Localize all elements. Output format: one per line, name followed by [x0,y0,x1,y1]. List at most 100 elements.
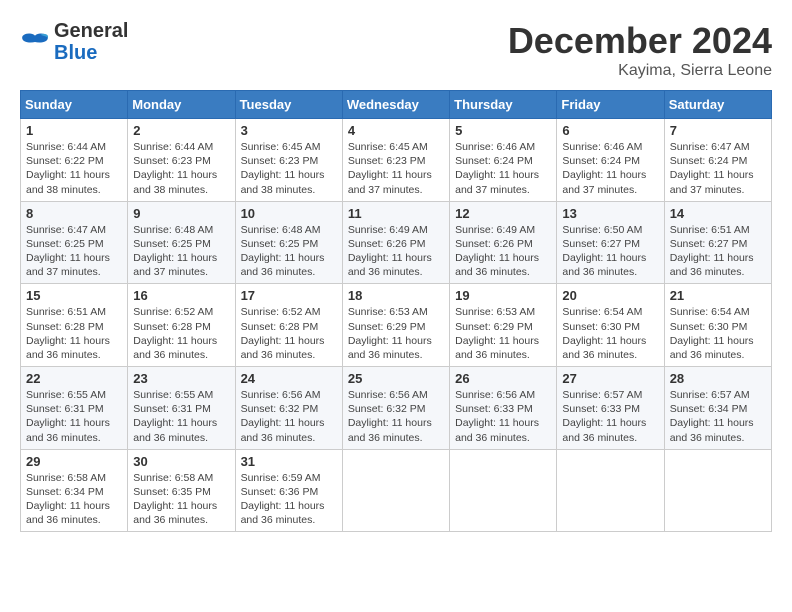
day-info: Sunrise: 6:52 AM Sunset: 6:28 PM Dayligh… [241,305,337,362]
day-info: Sunrise: 6:56 AM Sunset: 6:32 PM Dayligh… [241,388,337,445]
day-number: 10 [241,206,337,221]
calendar-cell: 14 Sunrise: 6:51 AM Sunset: 6:27 PM Dayli… [664,201,771,284]
day-info: Sunrise: 6:50 AM Sunset: 6:27 PM Dayligh… [562,223,658,280]
calendar-cell: 19Sunrise: 6:53 AM Sunset: 6:29 PM Dayli… [450,284,557,367]
calendar-week-row: 15 Sunrise: 6:51 AM Sunset: 6:28 PM Dayli… [21,284,772,367]
day-number: 31 [241,454,337,469]
calendar-cell: 15 Sunrise: 6:51 AM Sunset: 6:28 PM Dayli… [21,284,128,367]
day-number: 25 [348,371,444,386]
calendar-cell: 8 Sunrise: 6:47 AM Sunset: 6:25 PM Daylig… [21,201,128,284]
calendar-cell: 1 Sunrise: 6:44 AM Sunset: 6:22 PM Daylig… [21,119,128,202]
day-number: 4 [348,123,444,138]
day-number: 22 [26,371,122,386]
day-info: Sunrise: 6:49 AM Sunset: 6:26 PM Dayligh… [455,223,551,280]
day-info: Sunrise: 6:54 AM Sunset: 6:30 PM Dayligh… [562,305,658,362]
calendar-cell: 21 Sunrise: 6:54 AM Sunset: 6:30 PM Dayli… [664,284,771,367]
day-info: Sunrise: 6:51 AM Sunset: 6:27 PM Dayligh… [670,223,766,280]
calendar-week-row: 8 Sunrise: 6:47 AM Sunset: 6:25 PM Daylig… [21,201,772,284]
day-info: Sunrise: 6:55 AM Sunset: 6:31 PM Dayligh… [26,388,122,445]
day-number: 27 [562,371,658,386]
calendar-week-row: 22 Sunrise: 6:55 AM Sunset: 6:31 PM Dayli… [21,367,772,450]
day-info: Sunrise: 6:48 AM Sunset: 6:25 PM Dayligh… [133,223,229,280]
day-number: 13 [562,206,658,221]
day-number: 6 [562,123,658,138]
day-number: 14 [670,206,766,221]
day-of-week-header: Sunday [21,91,128,119]
day-info: Sunrise: 6:58 AM Sunset: 6:34 PM Dayligh… [26,471,122,528]
day-of-week-header: Saturday [664,91,771,119]
calendar-week-row: 1 Sunrise: 6:44 AM Sunset: 6:22 PM Daylig… [21,119,772,202]
calendar-cell: 7Sunrise: 6:47 AM Sunset: 6:24 PM Daylig… [664,119,771,202]
day-info: Sunrise: 6:48 AM Sunset: 6:25 PM Dayligh… [241,223,337,280]
day-number: 8 [26,206,122,221]
calendar-cell: 30 Sunrise: 6:58 AM Sunset: 6:35 PM Dayli… [128,449,235,532]
calendar-cell: 26 Sunrise: 6:56 AM Sunset: 6:33 PM Dayli… [450,367,557,450]
title-area: December 2024 Kayima, Sierra Leone [508,20,772,80]
calendar-cell: 18Sunrise: 6:53 AM Sunset: 6:29 PM Dayli… [342,284,449,367]
day-info: Sunrise: 6:47 AM Sunset: 6:25 PM Dayligh… [26,223,122,280]
calendar-header-row: SundayMondayTuesdayWednesdayThursdayFrid… [21,91,772,119]
day-number: 29 [26,454,122,469]
calendar-cell: 25 Sunrise: 6:56 AM Sunset: 6:32 PM Dayli… [342,367,449,450]
calendar-cell: 17 Sunrise: 6:52 AM Sunset: 6:28 PM Dayli… [235,284,342,367]
calendar-cell: 4Sunrise: 6:45 AM Sunset: 6:23 PM Daylig… [342,119,449,202]
calendar-week-row: 29 Sunrise: 6:58 AM Sunset: 6:34 PM Dayli… [21,449,772,532]
calendar-cell [450,449,557,532]
day-number: 26 [455,371,551,386]
day-number: 23 [133,371,229,386]
calendar-cell: 31Sunrise: 6:59 AM Sunset: 6:36 PM Dayli… [235,449,342,532]
day-number: 30 [133,454,229,469]
day-number: 9 [133,206,229,221]
day-info: Sunrise: 6:55 AM Sunset: 6:31 PM Dayligh… [133,388,229,445]
calendar-cell: 20 Sunrise: 6:54 AM Sunset: 6:30 PM Dayli… [557,284,664,367]
day-info: Sunrise: 6:45 AM Sunset: 6:23 PM Dayligh… [241,140,337,197]
day-of-week-header: Monday [128,91,235,119]
day-info: Sunrise: 6:54 AM Sunset: 6:30 PM Dayligh… [670,305,766,362]
calendar-subtitle: Kayima, Sierra Leone [508,62,772,80]
day-number: 19 [455,288,551,303]
calendar-cell: 24 Sunrise: 6:56 AM Sunset: 6:32 PM Dayli… [235,367,342,450]
day-number: 1 [26,123,122,138]
day-number: 20 [562,288,658,303]
calendar-cell: 27Sunrise: 6:57 AM Sunset: 6:33 PM Dayli… [557,367,664,450]
calendar-cell: 22 Sunrise: 6:55 AM Sunset: 6:31 PM Dayli… [21,367,128,450]
calendar-cell: 16Sunrise: 6:52 AM Sunset: 6:28 PM Dayli… [128,284,235,367]
day-number: 2 [133,123,229,138]
calendar-cell: 10 Sunrise: 6:48 AM Sunset: 6:25 PM Dayli… [235,201,342,284]
day-number: 15 [26,288,122,303]
day-info: Sunrise: 6:53 AM Sunset: 6:29 PM Dayligh… [348,305,444,362]
day-info: Sunrise: 6:58 AM Sunset: 6:35 PM Dayligh… [133,471,229,528]
calendar-cell: 5Sunrise: 6:46 AM Sunset: 6:24 PM Daylig… [450,119,557,202]
calendar-table: SundayMondayTuesdayWednesdayThursdayFrid… [20,90,772,532]
day-of-week-header: Friday [557,91,664,119]
day-info: Sunrise: 6:51 AM Sunset: 6:28 PM Dayligh… [26,305,122,362]
day-info: Sunrise: 6:57 AM Sunset: 6:34 PM Dayligh… [670,388,766,445]
day-info: Sunrise: 6:56 AM Sunset: 6:33 PM Dayligh… [455,388,551,445]
day-number: 24 [241,371,337,386]
day-info: Sunrise: 6:56 AM Sunset: 6:32 PM Dayligh… [348,388,444,445]
day-number: 21 [670,288,766,303]
day-number: 28 [670,371,766,386]
day-number: 11 [348,206,444,221]
calendar-cell: 29 Sunrise: 6:58 AM Sunset: 6:34 PM Dayli… [21,449,128,532]
logo-icon [20,32,50,52]
day-of-week-header: Thursday [450,91,557,119]
day-info: Sunrise: 6:49 AM Sunset: 6:26 PM Dayligh… [348,223,444,280]
calendar-cell: 28 Sunrise: 6:57 AM Sunset: 6:34 PM Dayli… [664,367,771,450]
logo-line2: Blue [54,42,128,64]
calendar-cell: 2 Sunrise: 6:44 AM Sunset: 6:23 PM Daylig… [128,119,235,202]
calendar-cell: 13 Sunrise: 6:50 AM Sunset: 6:27 PM Dayli… [557,201,664,284]
calendar-cell: 23 Sunrise: 6:55 AM Sunset: 6:31 PM Dayli… [128,367,235,450]
day-info: Sunrise: 6:44 AM Sunset: 6:23 PM Dayligh… [133,140,229,197]
logo-line1: General [54,20,128,42]
day-number: 16 [133,288,229,303]
day-info: Sunrise: 6:46 AM Sunset: 6:24 PM Dayligh… [455,140,551,197]
calendar-cell: 9 Sunrise: 6:48 AM Sunset: 6:25 PM Daylig… [128,201,235,284]
header: General Blue December 2024 Kayima, Sierr… [20,20,772,80]
day-number: 17 [241,288,337,303]
day-of-week-header: Wednesday [342,91,449,119]
day-of-week-header: Tuesday [235,91,342,119]
calendar-cell [342,449,449,532]
day-info: Sunrise: 6:44 AM Sunset: 6:22 PM Dayligh… [26,140,122,197]
calendar-cell: 6Sunrise: 6:46 AM Sunset: 6:24 PM Daylig… [557,119,664,202]
